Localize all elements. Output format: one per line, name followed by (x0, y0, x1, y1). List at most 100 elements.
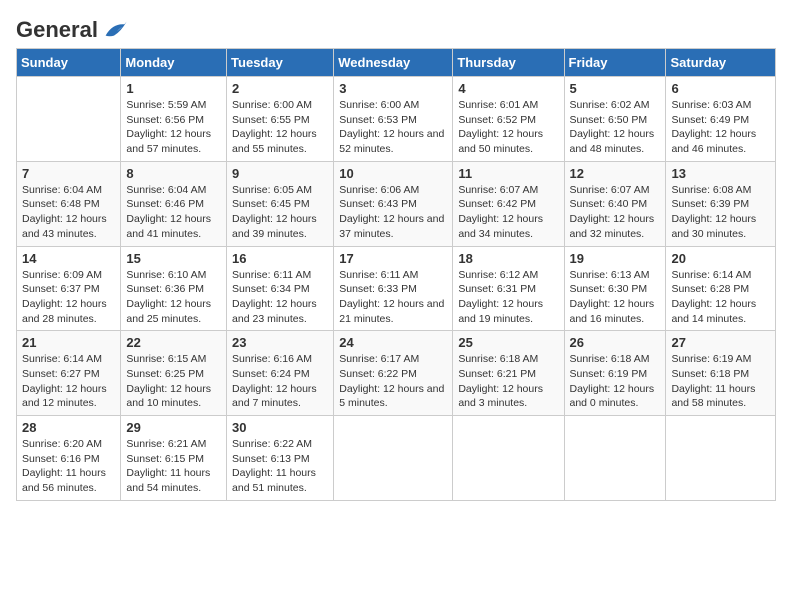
sunrise-text: Sunrise: 6:11 AM (232, 268, 328, 283)
calendar-cell: 12 Sunrise: 6:07 AM Sunset: 6:40 PM Dayl… (564, 161, 666, 246)
day-info: Sunrise: 6:16 AM Sunset: 6:24 PM Dayligh… (232, 352, 328, 411)
day-number: 9 (232, 166, 328, 181)
day-header-saturday: Saturday (666, 49, 776, 77)
day-info: Sunrise: 6:07 AM Sunset: 6:42 PM Dayligh… (458, 183, 558, 242)
logo-text: General (16, 18, 98, 42)
day-info: Sunrise: 6:00 AM Sunset: 6:53 PM Dayligh… (339, 98, 447, 157)
day-number: 2 (232, 81, 328, 96)
daylight-text: Daylight: 12 hours and 19 minutes. (458, 297, 558, 326)
calendar-cell: 22 Sunrise: 6:15 AM Sunset: 6:25 PM Dayl… (121, 331, 227, 416)
day-number: 22 (126, 335, 221, 350)
sunrise-text: Sunrise: 6:12 AM (458, 268, 558, 283)
week-row-3: 14 Sunrise: 6:09 AM Sunset: 6:37 PM Dayl… (17, 246, 776, 331)
sunrise-text: Sunrise: 6:11 AM (339, 268, 447, 283)
day-number: 10 (339, 166, 447, 181)
week-row-4: 21 Sunrise: 6:14 AM Sunset: 6:27 PM Dayl… (17, 331, 776, 416)
calendar-cell: 25 Sunrise: 6:18 AM Sunset: 6:21 PM Dayl… (453, 331, 564, 416)
day-info: Sunrise: 6:04 AM Sunset: 6:48 PM Dayligh… (22, 183, 115, 242)
daylight-text: Daylight: 12 hours and 50 minutes. (458, 127, 558, 156)
calendar-cell: 1 Sunrise: 5:59 AM Sunset: 6:56 PM Dayli… (121, 77, 227, 162)
week-row-2: 7 Sunrise: 6:04 AM Sunset: 6:48 PM Dayli… (17, 161, 776, 246)
daylight-text: Daylight: 12 hours and 21 minutes. (339, 297, 447, 326)
day-info: Sunrise: 6:08 AM Sunset: 6:39 PM Dayligh… (671, 183, 770, 242)
sunrise-text: Sunrise: 6:04 AM (126, 183, 221, 198)
sunset-text: Sunset: 6:13 PM (232, 452, 328, 467)
sunrise-text: Sunrise: 6:19 AM (671, 352, 770, 367)
day-info: Sunrise: 6:03 AM Sunset: 6:49 PM Dayligh… (671, 98, 770, 157)
calendar-cell (564, 416, 666, 501)
daylight-text: Daylight: 12 hours and 23 minutes. (232, 297, 328, 326)
day-number: 30 (232, 420, 328, 435)
logo-bird-icon (100, 16, 128, 44)
day-info: Sunrise: 6:22 AM Sunset: 6:13 PM Dayligh… (232, 437, 328, 496)
sunset-text: Sunset: 6:25 PM (126, 367, 221, 382)
daylight-text: Daylight: 12 hours and 48 minutes. (570, 127, 661, 156)
day-number: 23 (232, 335, 328, 350)
sunset-text: Sunset: 6:21 PM (458, 367, 558, 382)
week-row-5: 28 Sunrise: 6:20 AM Sunset: 6:16 PM Dayl… (17, 416, 776, 501)
calendar-cell: 8 Sunrise: 6:04 AM Sunset: 6:46 PM Dayli… (121, 161, 227, 246)
day-number: 11 (458, 166, 558, 181)
daylight-text: Daylight: 12 hours and 39 minutes. (232, 212, 328, 241)
daylight-text: Daylight: 12 hours and 12 minutes. (22, 382, 115, 411)
calendar-cell: 3 Sunrise: 6:00 AM Sunset: 6:53 PM Dayli… (334, 77, 453, 162)
daylight-text: Daylight: 12 hours and 55 minutes. (232, 127, 328, 156)
sunset-text: Sunset: 6:49 PM (671, 113, 770, 128)
sunrise-text: Sunrise: 6:08 AM (671, 183, 770, 198)
day-number: 15 (126, 251, 221, 266)
sunrise-text: Sunrise: 6:10 AM (126, 268, 221, 283)
calendar-cell: 13 Sunrise: 6:08 AM Sunset: 6:39 PM Dayl… (666, 161, 776, 246)
sunrise-text: Sunrise: 6:07 AM (570, 183, 661, 198)
day-info: Sunrise: 6:05 AM Sunset: 6:45 PM Dayligh… (232, 183, 328, 242)
sunset-text: Sunset: 6:56 PM (126, 113, 221, 128)
calendar-cell: 4 Sunrise: 6:01 AM Sunset: 6:52 PM Dayli… (453, 77, 564, 162)
day-info: Sunrise: 6:19 AM Sunset: 6:18 PM Dayligh… (671, 352, 770, 411)
sunset-text: Sunset: 6:16 PM (22, 452, 115, 467)
day-header-monday: Monday (121, 49, 227, 77)
day-info: Sunrise: 6:14 AM Sunset: 6:27 PM Dayligh… (22, 352, 115, 411)
day-info: Sunrise: 6:10 AM Sunset: 6:36 PM Dayligh… (126, 268, 221, 327)
daylight-text: Daylight: 12 hours and 7 minutes. (232, 382, 328, 411)
calendar-cell: 10 Sunrise: 6:06 AM Sunset: 6:43 PM Dayl… (334, 161, 453, 246)
day-info: Sunrise: 6:18 AM Sunset: 6:19 PM Dayligh… (570, 352, 661, 411)
calendar-table: SundayMondayTuesdayWednesdayThursdayFrid… (16, 48, 776, 501)
sunset-text: Sunset: 6:39 PM (671, 197, 770, 212)
day-number: 1 (126, 81, 221, 96)
sunrise-text: Sunrise: 6:21 AM (126, 437, 221, 452)
calendar-cell: 27 Sunrise: 6:19 AM Sunset: 6:18 PM Dayl… (666, 331, 776, 416)
day-number: 26 (570, 335, 661, 350)
day-info: Sunrise: 6:09 AM Sunset: 6:37 PM Dayligh… (22, 268, 115, 327)
day-number: 8 (126, 166, 221, 181)
day-header-wednesday: Wednesday (334, 49, 453, 77)
sunset-text: Sunset: 6:37 PM (22, 282, 115, 297)
calendar-cell: 19 Sunrise: 6:13 AM Sunset: 6:30 PM Dayl… (564, 246, 666, 331)
day-info: Sunrise: 6:04 AM Sunset: 6:46 PM Dayligh… (126, 183, 221, 242)
sunrise-text: Sunrise: 6:13 AM (570, 268, 661, 283)
calendar-cell: 30 Sunrise: 6:22 AM Sunset: 6:13 PM Dayl… (227, 416, 334, 501)
sunset-text: Sunset: 6:46 PM (126, 197, 221, 212)
sunset-text: Sunset: 6:55 PM (232, 113, 328, 128)
calendar-cell: 24 Sunrise: 6:17 AM Sunset: 6:22 PM Dayl… (334, 331, 453, 416)
sunrise-text: Sunrise: 5:59 AM (126, 98, 221, 113)
day-info: Sunrise: 6:01 AM Sunset: 6:52 PM Dayligh… (458, 98, 558, 157)
daylight-text: Daylight: 12 hours and 46 minutes. (671, 127, 770, 156)
day-number: 25 (458, 335, 558, 350)
daylight-text: Daylight: 12 hours and 57 minutes. (126, 127, 221, 156)
day-info: Sunrise: 6:11 AM Sunset: 6:34 PM Dayligh… (232, 268, 328, 327)
day-number: 21 (22, 335, 115, 350)
sunrise-text: Sunrise: 6:09 AM (22, 268, 115, 283)
day-number: 20 (671, 251, 770, 266)
daylight-text: Daylight: 11 hours and 54 minutes. (126, 466, 221, 495)
day-number: 6 (671, 81, 770, 96)
week-row-1: 1 Sunrise: 5:59 AM Sunset: 6:56 PM Dayli… (17, 77, 776, 162)
day-info: Sunrise: 6:12 AM Sunset: 6:31 PM Dayligh… (458, 268, 558, 327)
calendar-cell: 5 Sunrise: 6:02 AM Sunset: 6:50 PM Dayli… (564, 77, 666, 162)
day-number: 29 (126, 420, 221, 435)
sunset-text: Sunset: 6:45 PM (232, 197, 328, 212)
sunrise-text: Sunrise: 6:02 AM (570, 98, 661, 113)
day-header-thursday: Thursday (453, 49, 564, 77)
page-header: General (16, 16, 776, 40)
sunset-text: Sunset: 6:19 PM (570, 367, 661, 382)
calendar-cell (453, 416, 564, 501)
calendar-cell: 29 Sunrise: 6:21 AM Sunset: 6:15 PM Dayl… (121, 416, 227, 501)
